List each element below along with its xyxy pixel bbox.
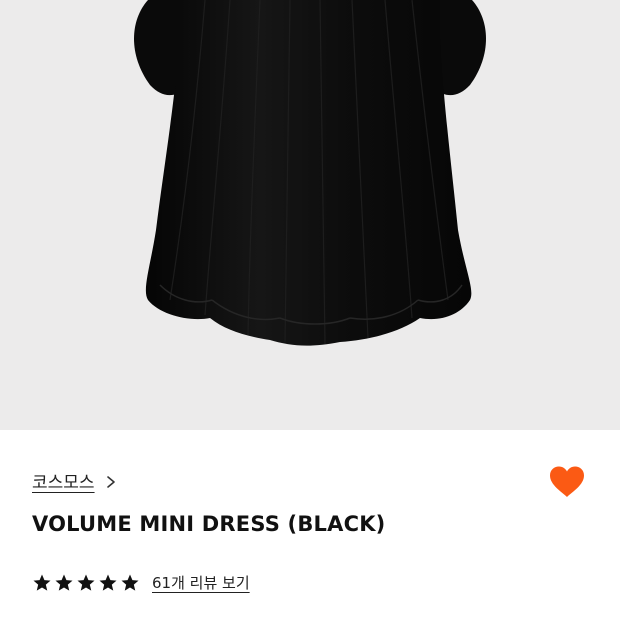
star-icon (33, 574, 51, 591)
wishlist-button[interactable] (548, 465, 586, 499)
dress-image (134, 0, 486, 346)
brand-name[interactable]: 코스모스 (32, 468, 95, 493)
product-title: VOLUME MINI DRESS (BLACK) (32, 512, 386, 536)
product-info: 코스모스 VOLUME MINI DRESS (BLACK) 61개 리뷰 보기 (0, 430, 620, 620)
star-icon (55, 574, 73, 591)
heart-icon[interactable] (548, 465, 586, 499)
review-link[interactable]: 61개 리뷰 보기 (152, 572, 250, 593)
product-image[interactable] (0, 0, 620, 430)
star-icon (77, 574, 95, 591)
chevron-right-icon (105, 474, 117, 488)
star-icon (99, 574, 117, 591)
brand-link[interactable]: 코스모스 (32, 468, 117, 493)
rating-row: 61개 리뷰 보기 (32, 572, 250, 593)
star-rating (32, 573, 140, 593)
star-icon (121, 574, 139, 591)
